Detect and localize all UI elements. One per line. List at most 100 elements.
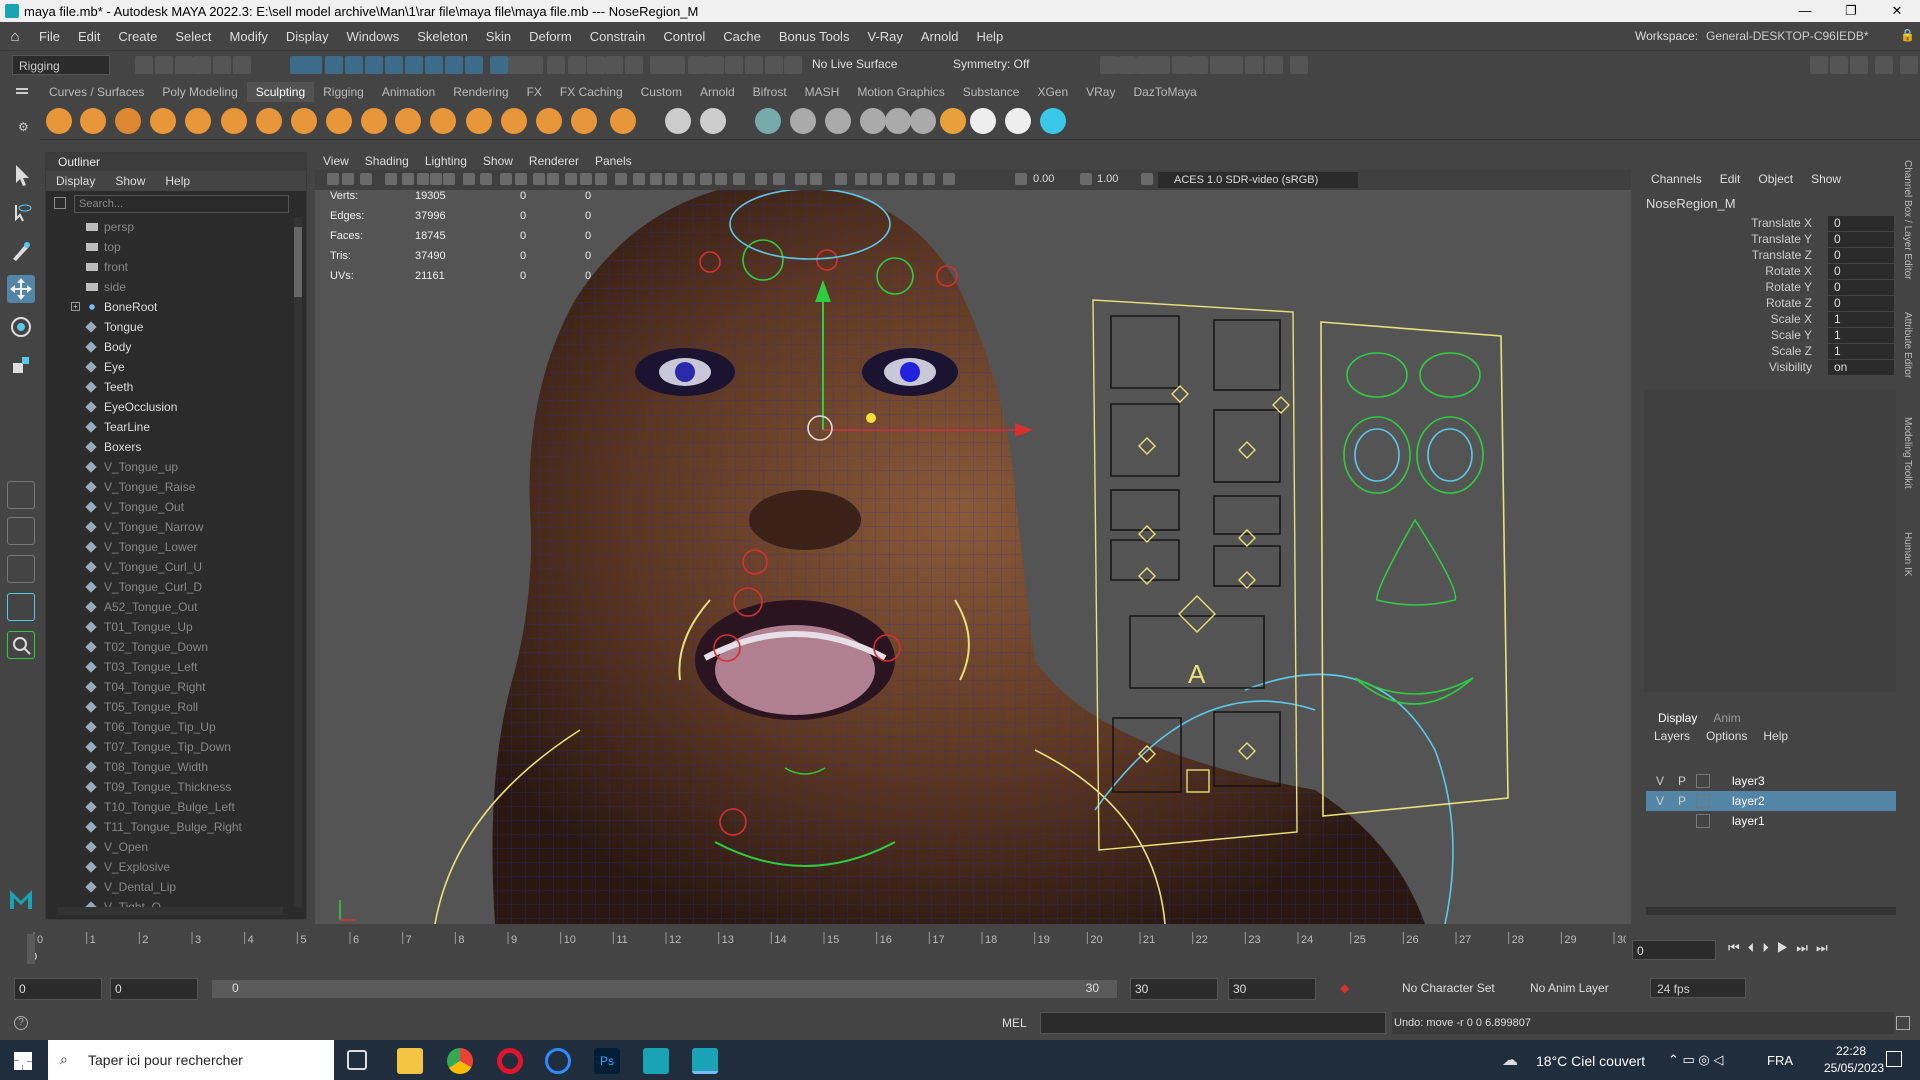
outliner-layout-icon[interactable] <box>7 593 35 621</box>
outliner-item[interactable]: Tongue <box>46 317 286 337</box>
lasso-tool-icon[interactable] <box>7 199 35 227</box>
viewport-tool-icon[interactable] <box>835 173 847 185</box>
maya-taskbar-icon[interactable] <box>643 1048 669 1074</box>
viewport-tool-icon[interactable] <box>795 173 807 185</box>
outliner-item[interactable]: Boxers <box>46 437 286 457</box>
viewport-tool-icon[interactable] <box>733 173 745 185</box>
status-tool-icon[interactable] <box>490 56 508 74</box>
shelf-tool-icon[interactable] <box>860 108 886 134</box>
shelf-tab-custom[interactable]: Custom <box>632 82 691 102</box>
auto-key-icon[interactable]: ◆ <box>1340 981 1349 995</box>
menu-display[interactable]: Display <box>277 29 338 44</box>
shelf-tool-icon[interactable] <box>185 108 211 134</box>
status-tool-icon[interactable] <box>1850 56 1868 74</box>
viewport-tool-icon[interactable] <box>773 173 785 185</box>
shelf-tool-icon[interactable] <box>501 108 527 134</box>
workspace-dropdown[interactable]: General-DESKTOP-C96IEDB* <box>1700 26 1890 46</box>
outliner-item[interactable]: Eye <box>46 357 286 377</box>
status-tool-icon[interactable] <box>1900 56 1918 74</box>
outliner-item[interactable]: + BoneRoot <box>46 297 286 317</box>
outliner-item[interactable]: TearLine <box>46 417 286 437</box>
shelf-tab-xgen[interactable]: XGen <box>1028 82 1077 102</box>
side-tab[interactable]: Channel Box / Layer Editor <box>1902 160 1913 280</box>
weather-text[interactable]: 18°C Ciel couvert <box>1536 1053 1645 1069</box>
shelf-tool-icon[interactable] <box>221 108 247 134</box>
status-tool-icon[interactable] <box>385 56 403 74</box>
outliner-item[interactable]: EyeOcclusion <box>46 397 286 417</box>
outliner-item[interactable]: T06_Tongue_Tip_Up <box>46 717 286 737</box>
playback-controls[interactable]: ⏮⏴⏵▶⏭⏭ <box>1728 940 1836 956</box>
opera-icon[interactable] <box>497 1048 523 1074</box>
outliner-item[interactable]: T05_Tongue_Roll <box>46 697 286 717</box>
layer-visible-toggle[interactable]: V <box>1652 791 1668 811</box>
status-tool-icon[interactable] <box>304 56 322 74</box>
status-tool-icon[interactable] <box>745 56 763 74</box>
current-frame-field[interactable]: 0 <box>1632 940 1716 960</box>
status-tool-icon[interactable] <box>1100 56 1118 74</box>
anim-start-field[interactable]: 0 <box>14 978 102 1000</box>
status-tool-icon[interactable] <box>650 56 668 74</box>
shelf-tab-fx-caching[interactable]: FX Caching <box>551 82 632 102</box>
outliner-filter-icon[interactable] <box>54 197 66 209</box>
channel-value[interactable]: 0 <box>1828 280 1894 295</box>
outliner-item[interactable]: T04_Tongue_Right <box>46 677 286 697</box>
channel-value[interactable]: 1 <box>1828 312 1894 327</box>
fps-dropdown[interactable]: 24 fps <box>1650 978 1746 998</box>
outliner-item[interactable]: persp <box>46 217 286 237</box>
shelf-tool-icon[interactable] <box>755 108 781 134</box>
layer-name[interactable]: layer3 <box>1732 771 1765 791</box>
status-tool-icon[interactable] <box>465 56 483 74</box>
status-tool-icon[interactable] <box>155 56 173 74</box>
lock-icon[interactable]: 🔒 <box>1900 28 1915 42</box>
script-language-toggle[interactable]: MEL <box>1002 1016 1027 1030</box>
colorspace-dropdown[interactable]: ACES 1.0 SDR-video (sRGB) <box>1158 172 1358 188</box>
time-slider[interactable]: 0 1 2 3 4 5 6 7 8 9 10 11 12 13 14 15 16 17 18 19 20 21 22 23 24… <box>0 930 1920 970</box>
menu-edit[interactable]: Edit <box>69 29 109 44</box>
menu-arnold[interactable]: Arnold <box>912 29 968 44</box>
outliner-item[interactable]: T09_Tongue_Thickness <box>46 777 286 797</box>
viewport-panel[interactable]: View Shading Lighting Show Renderer Panels 0.… <box>315 152 1631 924</box>
exposure-field[interactable]: 0.00 <box>1033 173 1054 185</box>
viewport-tool-icon[interactable] <box>342 173 354 185</box>
script-editor-icon[interactable] <box>1896 1016 1910 1030</box>
outliner-item[interactable]: T02_Tongue_Down <box>46 637 286 657</box>
shelf-tab-animation[interactable]: Animation <box>373 82 444 102</box>
outliner-item[interactable]: V_Tongue_Out <box>46 497 286 517</box>
channelbox-menu-show[interactable]: Show <box>1802 170 1850 188</box>
status-tool-icon[interactable] <box>1225 56 1243 74</box>
menuset-dropdown[interactable]: Rigging <box>12 55 110 75</box>
menu-windows[interactable]: Windows <box>337 29 408 44</box>
shelf-tool-icon[interactable] <box>700 108 726 134</box>
outliner-menu-show[interactable]: Show <box>105 171 155 191</box>
viewport-tool-icon[interactable] <box>683 173 695 185</box>
status-tool-icon[interactable] <box>193 56 211 74</box>
channel-row[interactable]: Visibility on <box>1642 360 1894 376</box>
viewport-menu-shading[interactable]: Shading <box>357 152 417 170</box>
menu-create[interactable]: Create <box>109 29 166 44</box>
photoshop-icon[interactable]: Ps <box>594 1048 620 1074</box>
viewport-tool-icon[interactable] <box>565 173 577 185</box>
outliner-item[interactable]: Body <box>46 337 286 357</box>
channel-name[interactable]: Translate X <box>1751 216 1812 230</box>
outliner-item[interactable]: T07_Tongue_Tip_Down <box>46 737 286 757</box>
viewport-tool-icon[interactable] <box>755 173 767 185</box>
channel-name[interactable]: Scale Z <box>1771 344 1812 358</box>
channelbox-menu-edit[interactable]: Edit <box>1711 170 1750 188</box>
viewport-tool-icon[interactable] <box>1141 173 1153 185</box>
four-view-layout-icon[interactable] <box>7 517 35 545</box>
maximize-button[interactable]: ❐ <box>1828 0 1874 22</box>
viewport-tool-icon[interactable] <box>547 173 559 185</box>
layer-menu-layers[interactable]: Layers <box>1646 727 1698 745</box>
cinema-app-icon[interactable] <box>545 1048 571 1074</box>
viewport-tool-icon[interactable] <box>715 173 727 185</box>
playback-end-field[interactable]: 30 <box>1130 978 1218 1000</box>
shelf-tool-icon[interactable] <box>571 108 597 134</box>
help-icon[interactable]: ? <box>14 1016 28 1030</box>
channel-name[interactable]: Scale X <box>1771 312 1812 326</box>
menu-help[interactable]: Help <box>967 29 1012 44</box>
viewport-tool-icon[interactable] <box>870 173 882 185</box>
outliner-item[interactable]: V_Tongue_Raise <box>46 477 286 497</box>
viewport-tool-icon[interactable] <box>443 173 455 185</box>
channel-value[interactable]: 0 <box>1828 232 1894 247</box>
channel-row[interactable]: Translate Y 0 <box>1642 232 1894 248</box>
